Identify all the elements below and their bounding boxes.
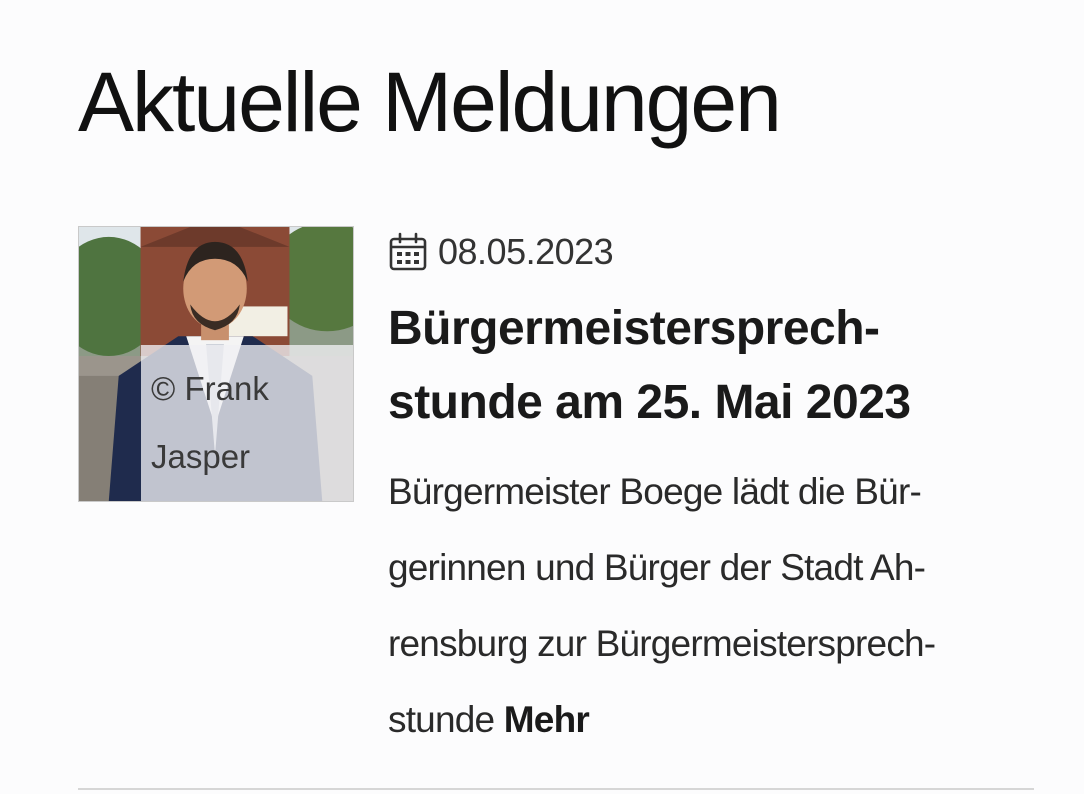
news-thumbnail[interactable]: © Frank Jasper [78,226,354,502]
calendar-icon [388,232,428,272]
news-headline-line[interactable]: Bürgermeistersprech- [388,292,1038,366]
teaser-line: rensburg zur Bürgermeistersprech- [388,623,936,664]
teaser-line: stunde [388,699,495,740]
image-credit: © Frank Jasper [141,345,353,501]
teaser-last-line: stunde Mehr [388,682,1038,758]
section-title: Aktuelle Meldungen [78,55,782,149]
news-headline[interactable]: Bürgermeistersprech- stunde am 25. Mai 2… [388,292,1038,440]
news-item[interactable]: © Frank Jasper 08.05.2023 Bürgermeisters… [78,226,1034,788]
divider [78,788,1034,790]
teaser-line: Bürgermeister Boege lädt die Bür- [388,471,922,512]
more-link[interactable]: Mehr [504,699,590,740]
teaser-line: gerinnen und Bürger der Stadt Ah- [388,547,926,588]
news-teaser: Bürgermeister Boege lädt die Bür- gerinn… [388,454,1038,758]
page: Aktuelle Meldungen © Frank Jasper 08.05.… [0,0,1084,794]
news-meta: 08.05.2023 [388,230,614,274]
news-date: 08.05.2023 [438,231,614,272]
news-headline-line[interactable]: stunde am 25. Mai 2023 [388,366,1038,440]
